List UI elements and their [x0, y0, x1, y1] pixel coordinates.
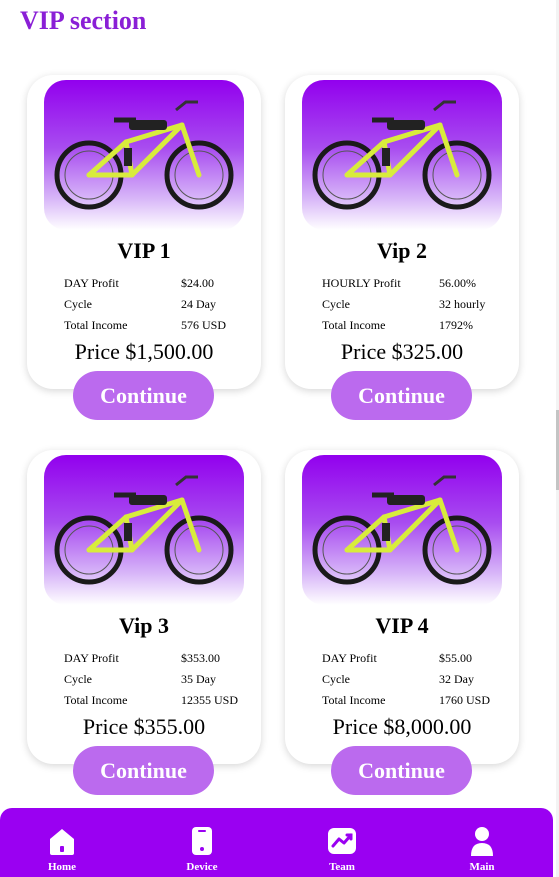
stat-label: Total Income [322, 693, 386, 707]
vip-card-1: VIP 1 DAY Profit $24.00 Cycle 24 Day Tot… [27, 75, 261, 389]
stat-row: DAY Profit $55.00 [285, 651, 519, 669]
stat-value: $55.00 [439, 651, 472, 665]
stat-row: Total Income 576 USD [27, 318, 261, 336]
continue-button[interactable]: Continue [331, 746, 472, 795]
stat-value: 32 hourly [439, 297, 486, 311]
card-price: Price $1,500.00 [74, 339, 214, 364]
nav-label: Device [186, 861, 218, 873]
stat-label: Total Income [322, 318, 386, 332]
nav-item-home[interactable]: Home [22, 808, 102, 877]
stat-row: Cycle 32 hourly [285, 297, 519, 315]
stat-row: Total Income 12355 USD [27, 693, 261, 711]
continue-button[interactable]: Continue [73, 746, 214, 795]
stat-value: 12355 USD [181, 693, 239, 707]
stat-label: Cycle [64, 297, 92, 311]
card-title: VIP 1 [117, 238, 171, 263]
bottom-nav: Home Device Team Main [0, 808, 553, 877]
stat-label: Total Income [64, 693, 128, 707]
stat-value: 32 Day [439, 672, 474, 686]
stat-row: DAY Profit $353.00 [27, 651, 261, 669]
stat-value: 576 USD [181, 318, 227, 332]
chart-icon [327, 825, 357, 857]
stat-row: Cycle 24 Day [27, 297, 261, 315]
stat-row: Cycle 35 Day [27, 672, 261, 690]
vip-card-4: VIP 4 DAY Profit $55.00 Cycle 32 Day Tot… [285, 450, 519, 764]
stat-value: 56.00% [439, 276, 476, 290]
nav-item-main[interactable]: Main [442, 808, 522, 877]
nav-item-device[interactable]: Device [162, 808, 242, 877]
card-price: Price $355.00 [82, 714, 206, 739]
stat-label: DAY Profit [64, 276, 119, 290]
stat-label: Cycle [322, 672, 350, 686]
vip-card-2: Vip 2 HOURLY Profit 56.00% Cycle 32 hour… [285, 75, 519, 389]
bicycle-icon [312, 475, 492, 585]
stat-value: 1792% [439, 318, 473, 332]
card-title: VIP 4 [375, 613, 429, 638]
stat-row: Cycle 32 Day [285, 672, 519, 690]
nav-label: Team [329, 861, 355, 873]
bicycle-image [44, 455, 244, 605]
stat-value: 35 Day [181, 672, 216, 686]
stat-value: 1760 USD [439, 693, 491, 707]
stat-value: $24.00 [181, 276, 214, 290]
bicycle-image [302, 455, 502, 605]
stat-label: Cycle [322, 297, 350, 311]
vip-card-3: Vip 3 DAY Profit $353.00 Cycle 35 Day To… [27, 450, 261, 764]
card-title: Vip 3 [119, 613, 169, 638]
nav-label: Home [47, 861, 77, 873]
bicycle-image [44, 80, 244, 230]
stat-label: Cycle [64, 672, 92, 686]
nav-item-team[interactable]: Team [302, 808, 382, 877]
card-title: Vip 2 [377, 238, 427, 263]
stat-label: DAY Profit [64, 651, 119, 665]
card-price: Price $8,000.00 [332, 714, 472, 739]
stat-label: HOURLY Profit [322, 276, 401, 290]
stat-row: Total Income 1760 USD [285, 693, 519, 711]
stat-row: HOURLY Profit 56.00% [285, 276, 519, 294]
bicycle-icon [54, 100, 234, 210]
bicycle-icon [312, 100, 492, 210]
continue-button[interactable]: Continue [331, 371, 472, 420]
user-icon [467, 825, 497, 857]
stat-label: DAY Profit [322, 651, 377, 665]
stat-value: 24 Day [181, 297, 216, 311]
stat-label: Total Income [64, 318, 128, 332]
device-icon [187, 825, 217, 857]
nav-label: Main [469, 861, 495, 873]
bicycle-image [302, 80, 502, 230]
continue-button[interactable]: Continue [73, 371, 214, 420]
card-price: Price $325.00 [340, 339, 464, 364]
bicycle-icon [54, 475, 234, 585]
page-title: VIP section [20, 6, 147, 35]
home-icon [47, 825, 77, 857]
stat-row: DAY Profit $24.00 [27, 276, 261, 294]
stat-row: Total Income 1792% [285, 318, 519, 336]
stat-value: $353.00 [181, 651, 220, 665]
